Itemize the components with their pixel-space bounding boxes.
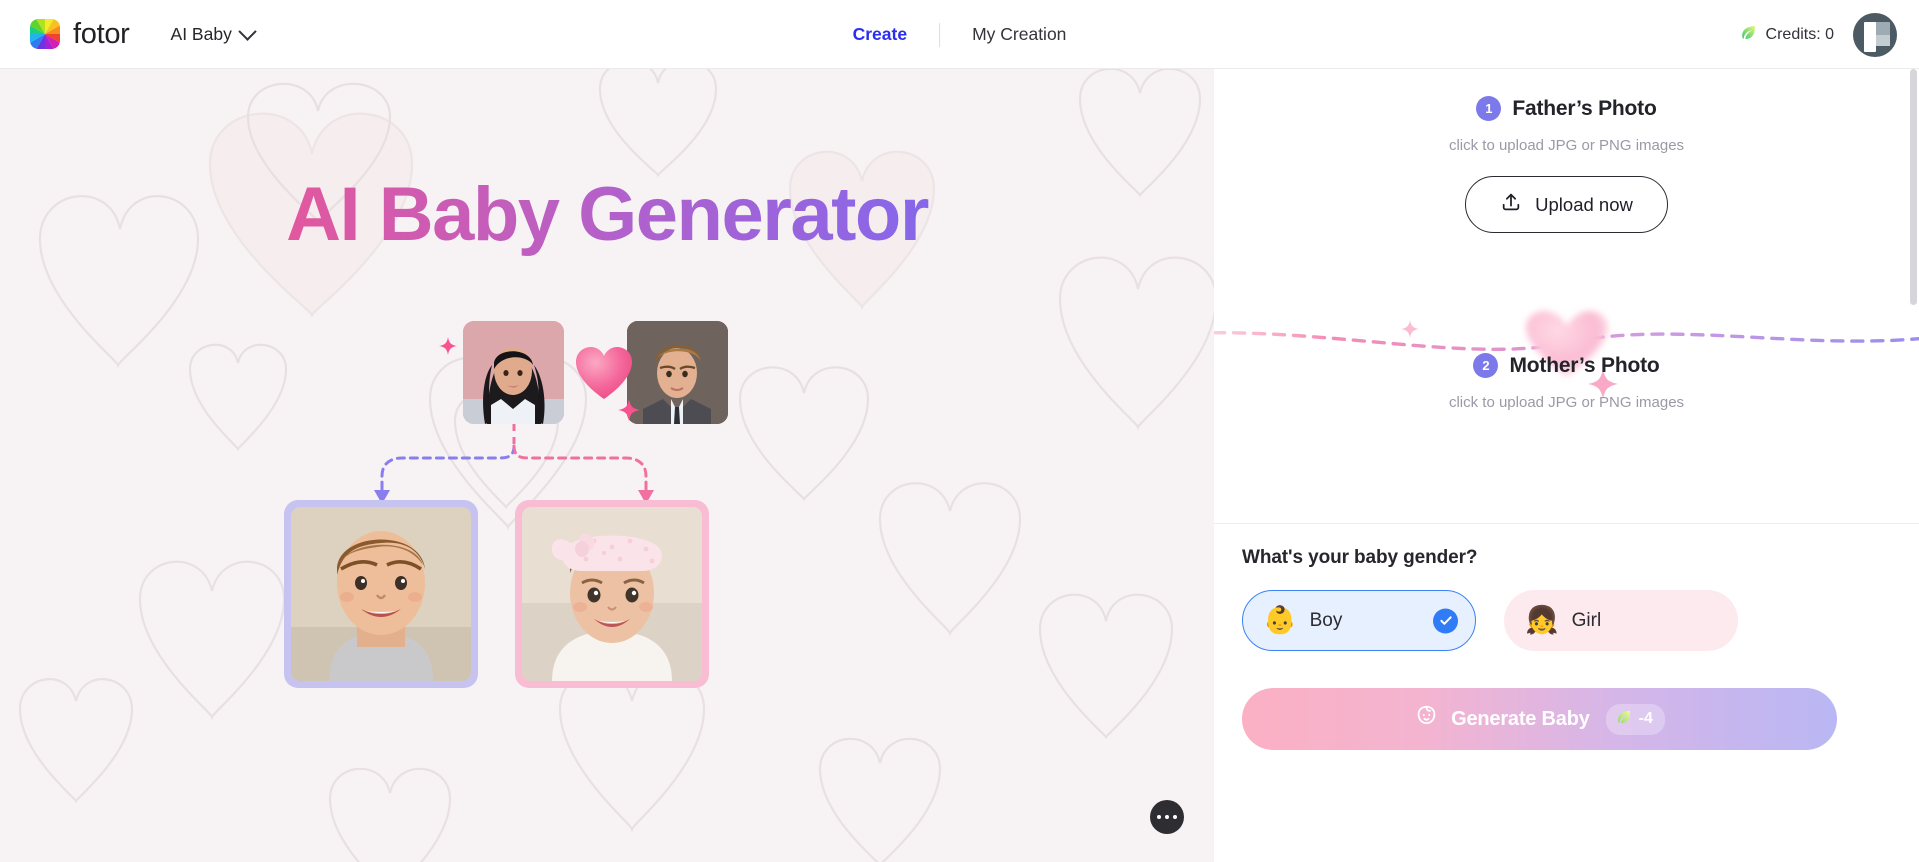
gender-and-generate-section: What's your baby gender? 👶 Boy 👧 Girl Ge… [1214, 524, 1919, 862]
upload-now-label: Upload now [1535, 193, 1633, 215]
main-nav: Create My Creation [821, 0, 1099, 69]
gender-option-boy[interactable]: 👶 Boy [1242, 590, 1476, 651]
panel-scrollbar[interactable] [1910, 69, 1917, 862]
user-avatar[interactable] [1853, 12, 1897, 57]
ellipsis-icon[interactable] [1150, 800, 1184, 834]
baby-boy-result[interactable] [284, 500, 478, 688]
pink-heart-icon [573, 343, 635, 405]
baby-boy-emoji-icon: 👶 [1263, 605, 1297, 635]
gender-option-girl-label: Girl [1571, 609, 1602, 631]
credits-indicator[interactable]: Credits: 0 [1739, 23, 1834, 47]
gender-option-boy-label: Boy [1309, 609, 1343, 631]
app-switcher-label: AI Baby [170, 23, 232, 44]
panel-scrollbar-thumb[interactable] [1910, 69, 1917, 305]
gender-question: What's your baby gender? [1242, 547, 1478, 568]
father-photo [627, 321, 728, 424]
check-circle-icon [1433, 608, 1458, 633]
mother-photo [463, 321, 564, 424]
nav-tab-my-creation[interactable]: My Creation [940, 24, 1098, 45]
step-2-header: 2 Mother’s Photo [1214, 353, 1919, 378]
baby-face-icon [1414, 704, 1439, 734]
sparkle-icon [439, 337, 457, 360]
avatar-shape-mid [1874, 34, 1890, 46]
upload-icon [1500, 191, 1522, 218]
page-title: AI Baby Generator [0, 171, 1214, 258]
leaf-icon [1615, 708, 1633, 731]
baby-girl-emoji-icon: 👧 [1525, 605, 1559, 635]
gender-option-girl[interactable]: 👧 Girl [1504, 590, 1738, 651]
chevron-down-icon [238, 21, 257, 41]
avatar-shape-front [1864, 21, 1876, 52]
header-actions: Credits: 0 [1739, 0, 1897, 69]
gender-options: 👶 Boy 👧 Girl [1242, 590, 1738, 651]
nav-tab-create[interactable]: Create [821, 24, 939, 45]
app-header: fotor AI Baby Create My Creation Credits… [0, 0, 1919, 69]
dot [1164, 814, 1170, 820]
parent-photos-group [439, 321, 753, 426]
upload-section: 1 Father’s Photo click to upload JPG or … [1214, 69, 1919, 523]
fotor-color-wheel-icon [30, 19, 60, 49]
upload-now-button[interactable]: Upload now [1465, 176, 1668, 233]
generate-cost-value: -4 [1638, 710, 1653, 727]
step-2-title: Mother’s Photo [1509, 353, 1660, 377]
step-2-hint: click to upload JPG or PNG images [1448, 394, 1685, 411]
generate-baby-label: Generate Baby [1451, 707, 1590, 730]
baby-girl-result[interactable] [515, 500, 709, 688]
step-1-title: Father’s Photo [1512, 96, 1657, 120]
app-switcher[interactable]: AI Baby [170, 21, 257, 45]
preview-canvas: AI Baby Generator [0, 69, 1214, 862]
sparkle-icon [618, 399, 640, 426]
brand-logo[interactable]: fotor [30, 18, 130, 51]
step-1-header: 1 Father’s Photo [1214, 96, 1919, 121]
dot [1172, 814, 1178, 820]
leaf-icon [1739, 23, 1758, 47]
step-1-badge: 1 [1476, 96, 1502, 121]
dot [1156, 814, 1162, 820]
generate-cost-badge: -4 [1605, 703, 1665, 735]
generate-baby-button[interactable]: Generate Baby -4 [1242, 688, 1837, 750]
step-1-hint: click to upload JPG or PNG images [1448, 137, 1685, 154]
dashed-connectors [374, 424, 654, 504]
control-panel: 1 Father’s Photo click to upload JPG or … [1214, 69, 1919, 862]
brand-name: fotor [73, 17, 130, 50]
credits-label: Credits: 0 [1765, 25, 1834, 43]
step-2-badge: 2 [1473, 353, 1499, 378]
